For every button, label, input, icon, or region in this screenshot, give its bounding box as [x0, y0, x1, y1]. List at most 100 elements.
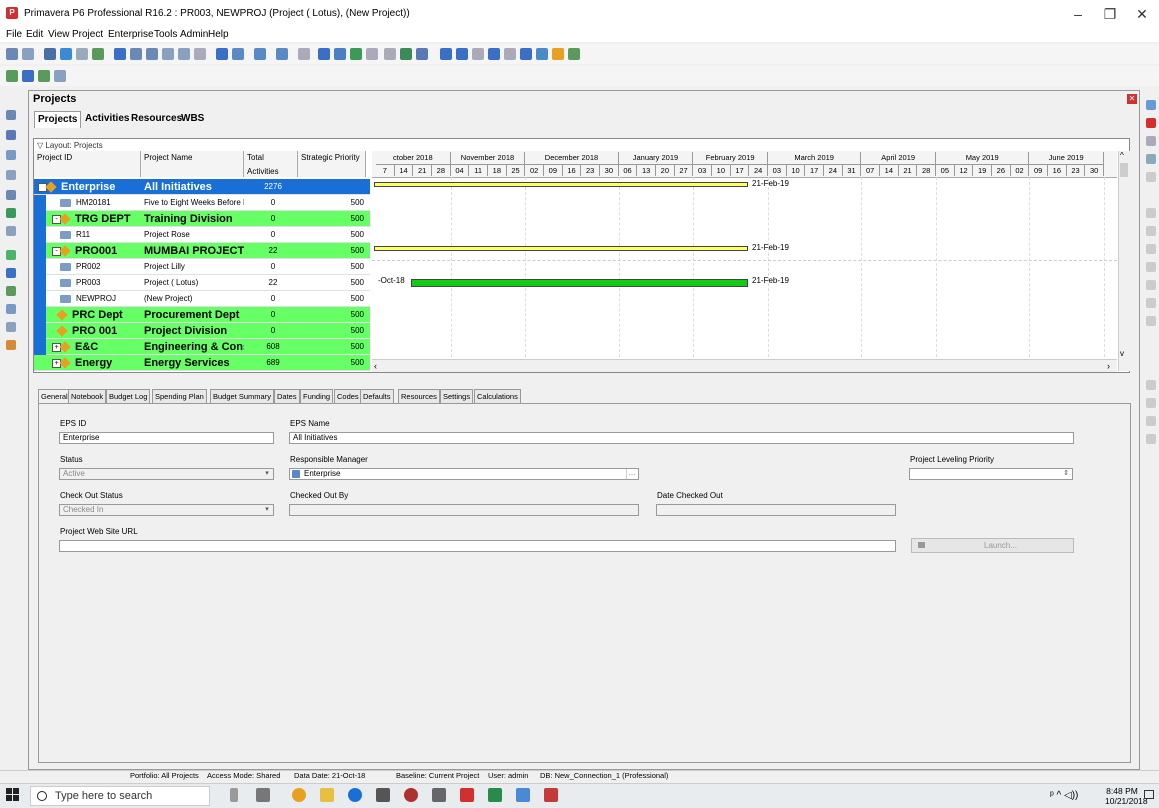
taskbar-search-input[interactable]: Type here to search	[30, 786, 210, 806]
minimize-icon[interactable]: –	[1063, 4, 1093, 24]
summarize-icon[interactable]	[350, 48, 362, 60]
portfolios-nav-icon[interactable]	[6, 304, 16, 314]
leveling-spinner-icon[interactable]: ⇕	[1061, 469, 1071, 479]
checked-out-by-field[interactable]	[289, 504, 639, 516]
status-select[interactable]: Active	[59, 468, 274, 480]
print-preview-icon[interactable]	[22, 48, 34, 60]
store-period-icon[interactable]	[366, 48, 378, 60]
detail-tab-budget-log[interactable]: Budget Log	[106, 389, 151, 403]
print-icon[interactable]	[6, 48, 18, 60]
launch-button[interactable]: Launch...	[911, 538, 1074, 553]
summary-bar-pro001[interactable]	[374, 246, 748, 251]
paste-icon[interactable]	[416, 48, 428, 60]
assign-icon[interactable]	[1146, 208, 1156, 218]
tracking-icon[interactable]	[178, 48, 190, 60]
app-red-icon[interactable]	[404, 788, 418, 802]
role-icon[interactable]	[1146, 244, 1156, 254]
wbs-icon[interactable]	[130, 48, 142, 60]
filter-icon[interactable]	[254, 48, 266, 60]
col-total-activities[interactable]: Total Activities	[244, 151, 298, 177]
copy-side-icon[interactable]	[1146, 154, 1156, 164]
primavera-icon[interactable]	[460, 788, 474, 802]
scroll-left-icon[interactable]: ‹	[374, 361, 377, 371]
thresholds-nav-icon[interactable]	[6, 286, 16, 296]
schedule-icon[interactable]	[318, 48, 330, 60]
col-project-id[interactable]: Project ID	[34, 151, 141, 177]
detail-tab-notebook[interactable]: Notebook	[68, 389, 107, 403]
menu-file[interactable]: File	[6, 29, 22, 40]
table-row[interactable]: - PRO001 MUMBAI PROJECT 22 500	[34, 243, 370, 259]
detail-tab-resources[interactable]: Resources	[398, 389, 440, 403]
panel-close-icon[interactable]: ✕	[1127, 94, 1137, 104]
move-down-icon[interactable]	[1146, 398, 1156, 408]
move-right-icon[interactable]	[1146, 434, 1156, 444]
delete-icon[interactable]	[1146, 118, 1156, 128]
projects-nav-icon[interactable]	[6, 110, 16, 120]
tab-wbs[interactable]: WBS	[178, 111, 207, 127]
reports-nav-icon[interactable]	[6, 226, 16, 236]
date-checked-out-field[interactable]	[656, 504, 896, 516]
activities-icon[interactable]	[146, 48, 158, 60]
tray-icons[interactable]: ᵖ ^ ◁))	[1050, 790, 1078, 801]
scroll-up-icon[interactable]: ^	[1120, 151, 1124, 160]
bars-icon[interactable]	[232, 48, 244, 60]
table-row[interactable]: HM20181 Five to Eight Weeks Before M 0 500	[34, 195, 370, 211]
zoom-icon[interactable]	[298, 48, 310, 60]
cut-side-icon[interactable]	[1146, 136, 1156, 146]
tracking-nav-icon[interactable]	[6, 170, 16, 180]
table-row[interactable]: - TRG DEPT Training Division 0 500	[34, 211, 370, 227]
timescale-icon[interactable]	[488, 48, 500, 60]
step-icon[interactable]	[1146, 262, 1156, 272]
project-icon[interactable]	[488, 788, 502, 802]
scroll-down-icon[interactable]: v	[1120, 349, 1124, 358]
manager-field[interactable]: Enterprise	[289, 468, 639, 480]
maximize-icon[interactable]: ❐	[1095, 4, 1125, 24]
new-project-icon[interactable]	[6, 70, 18, 82]
table-row[interactable]: NEWPROJ (New Project) 0 500	[34, 291, 370, 307]
menu-tools[interactable]: Tools	[154, 29, 177, 40]
menu-help[interactable]: Help	[208, 29, 229, 40]
table-row[interactable]: + Energy Energy Services 689 500	[34, 355, 370, 371]
eps-name-field[interactable]: All Initiatives	[289, 432, 1074, 444]
col-project-name[interactable]: Project Name	[141, 151, 244, 177]
web-url-field[interactable]	[59, 540, 896, 552]
level-icon[interactable]	[334, 48, 346, 60]
activities-nav-icon[interactable]	[6, 130, 16, 140]
cut-icon[interactable]	[384, 48, 396, 60]
columns-toolbar-icon[interactable]	[216, 48, 228, 60]
help-icon[interactable]	[552, 48, 564, 60]
move-left-icon[interactable]	[1146, 416, 1156, 426]
windows-start-icon[interactable]	[6, 788, 20, 802]
activity-bar-pr003[interactable]	[411, 279, 748, 287]
notes-icon[interactable]	[536, 48, 548, 60]
edge-icon[interactable]	[348, 788, 362, 802]
scroll-thumb[interactable]	[1120, 163, 1128, 177]
chrome-icon[interactable]	[292, 788, 306, 802]
detail-tab-dates[interactable]: Dates	[274, 389, 300, 403]
task-view-icon[interactable]	[256, 788, 270, 802]
status-dropdown-icon[interactable]: ▾	[262, 469, 272, 479]
powerpoint-icon[interactable]	[544, 788, 558, 802]
menu-admin[interactable]: Admin	[180, 29, 208, 40]
table-row[interactable]: - Enterprise All Initiatives 2276	[34, 179, 370, 195]
copy-icon[interactable]	[400, 48, 412, 60]
tools-nav-icon[interactable]	[6, 340, 16, 350]
tab-resources[interactable]: Resources	[128, 111, 185, 127]
risks-nav-icon[interactable]	[6, 268, 16, 278]
photos-icon[interactable]	[516, 788, 530, 802]
detail-tab-spending-plan[interactable]: Spending Plan	[152, 389, 207, 403]
menu-project[interactable]: Project	[72, 29, 103, 40]
table-row[interactable]: + E&C Engineering & Cons 608 500	[34, 339, 370, 355]
open-icon[interactable]	[22, 70, 34, 82]
expense-icon[interactable]	[1146, 280, 1156, 290]
progress-icon[interactable]	[504, 48, 516, 60]
file-explorer-icon[interactable]	[320, 788, 334, 802]
menu-view[interactable]: View	[48, 29, 70, 40]
table-row[interactable]: PRO 001 Project Division 0 500	[34, 323, 370, 339]
fit-icon[interactable]	[472, 48, 484, 60]
detail-tab-general[interactable]: General	[38, 389, 71, 403]
col-strategic-priority[interactable]: Strategic Priority	[298, 151, 366, 177]
group-icon[interactable]	[92, 48, 104, 60]
detail-tab-funding[interactable]: Funding	[300, 389, 334, 403]
leveling-priority-field[interactable]	[909, 468, 1073, 480]
